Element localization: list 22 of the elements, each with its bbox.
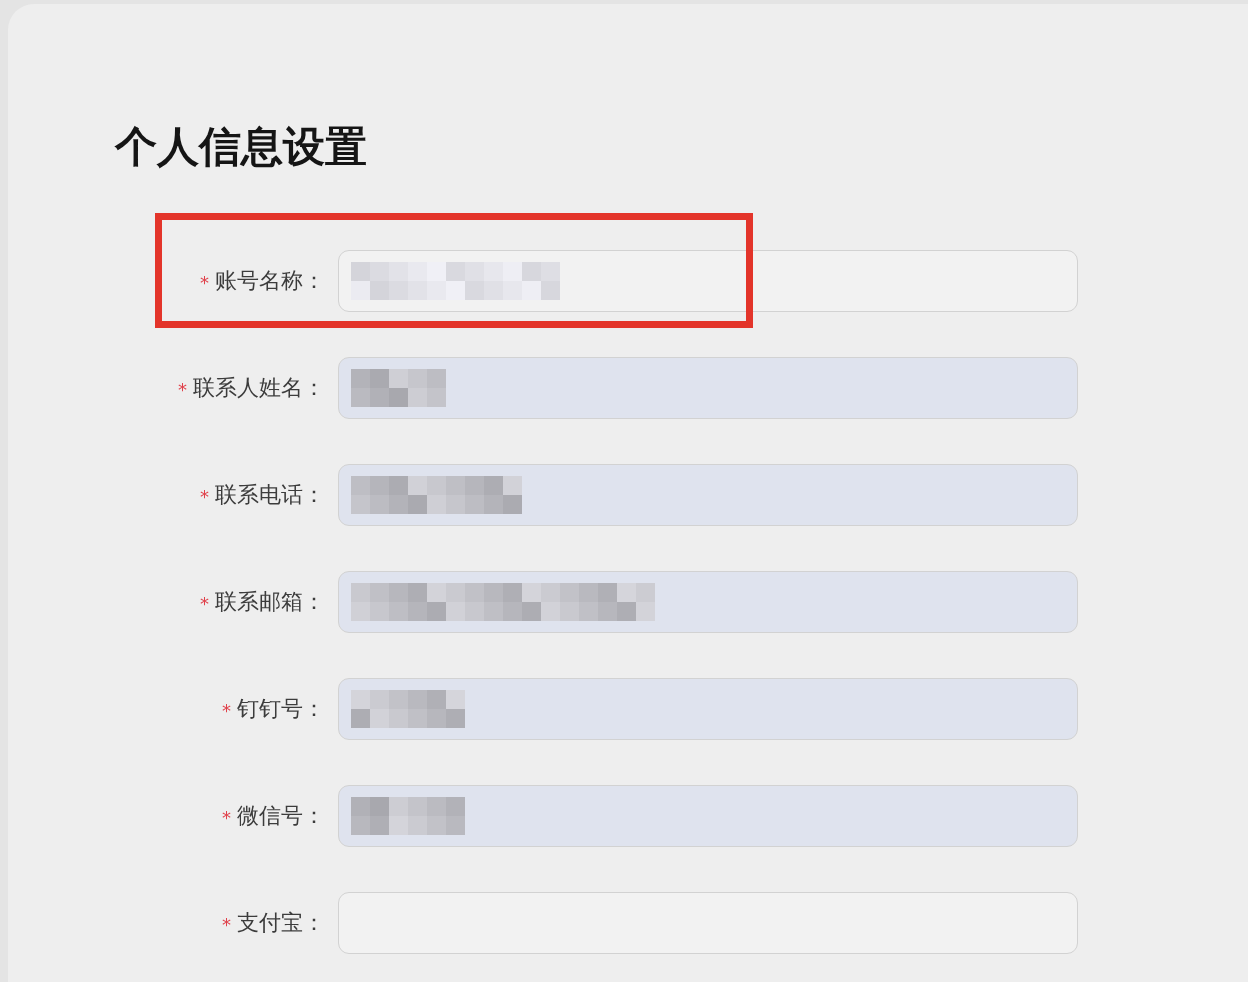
required-mark: *	[200, 592, 209, 613]
field-label: 支付宝：	[237, 909, 325, 937]
field-label: 账号名称：	[215, 267, 325, 295]
required-mark: *	[200, 271, 209, 292]
required-mark: *	[178, 378, 187, 399]
field-label: 微信号：	[237, 802, 325, 830]
text-field[interactable]	[338, 678, 1078, 740]
text-field[interactable]	[338, 785, 1078, 847]
text-field[interactable]	[338, 250, 1078, 312]
field-label: 联系邮箱：	[215, 588, 325, 616]
required-mark: *	[222, 699, 231, 720]
required-mark: *	[200, 485, 209, 506]
required-mark: *	[222, 913, 231, 934]
text-field[interactable]	[338, 464, 1078, 526]
required-mark: *	[222, 806, 231, 827]
page-title: 个人信息设置	[115, 121, 367, 173]
text-field[interactable]	[338, 357, 1078, 419]
text-field[interactable]	[338, 892, 1078, 954]
field-label: 钉钉号：	[237, 695, 325, 723]
field-label: 联系人姓名：	[193, 374, 325, 402]
field-label: 联系电话：	[215, 481, 325, 509]
text-field[interactable]	[338, 571, 1078, 633]
